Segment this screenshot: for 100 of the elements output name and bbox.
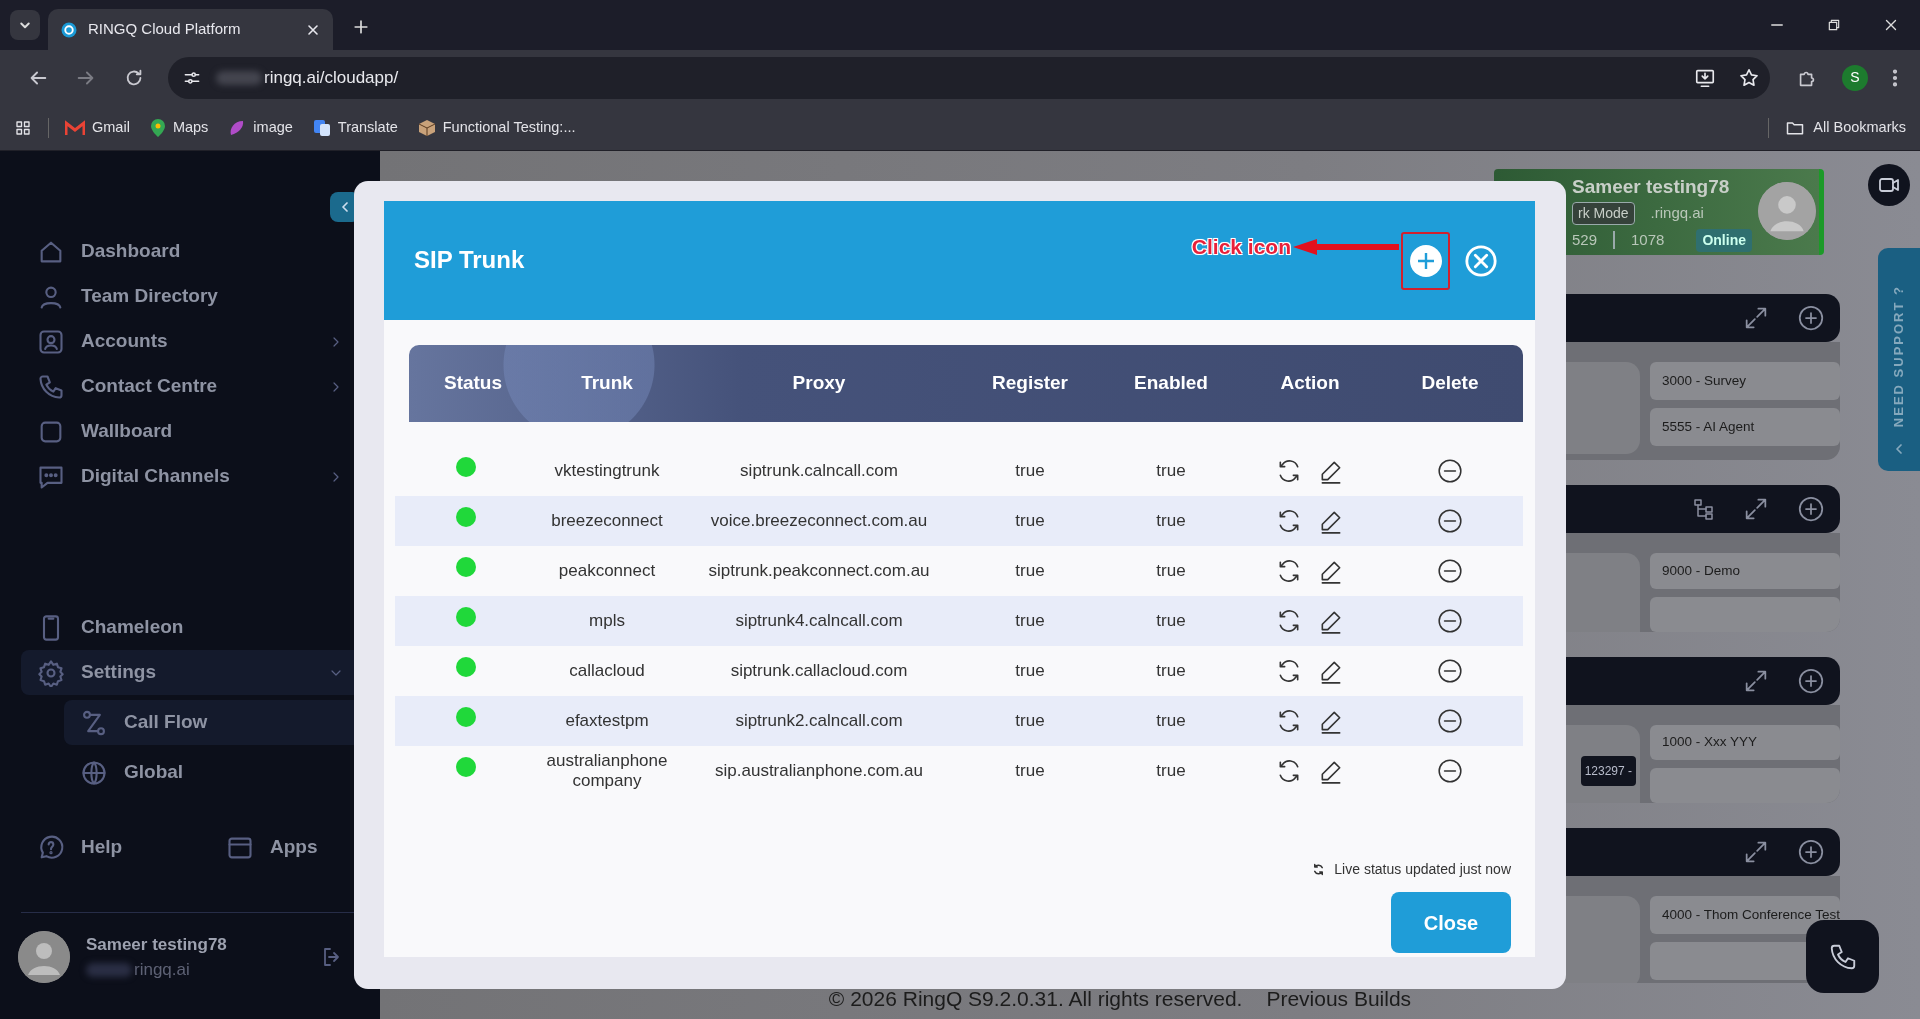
sidebar-item[interactable]: Team Directory xyxy=(21,274,380,319)
table-cell-text: true xyxy=(1155,460,1187,483)
list-item[interactable]: 4000 - Thom Conference Test xyxy=(1650,896,1840,934)
bookmark[interactable]: Functional Testing:... xyxy=(417,116,576,139)
redaction-blur xyxy=(216,70,262,85)
call-button[interactable] xyxy=(1806,920,1879,993)
sidebar-item[interactable]: Contact Centre xyxy=(21,364,380,409)
previous-builds-link[interactable]: Previous Builds xyxy=(1266,987,1412,1010)
annotation-text: Click icon xyxy=(1191,234,1291,260)
sidebar-item[interactable]: Chameleon xyxy=(21,605,380,650)
minus-circle-icon xyxy=(1437,758,1463,785)
flow-icon xyxy=(80,708,108,737)
sidebar-link[interactable]: Help xyxy=(21,825,189,870)
column-header: Delete xyxy=(1420,371,1480,396)
table-cell-text: siptrunk2.calncall.com xyxy=(734,710,904,733)
column-header: Proxy xyxy=(791,371,847,396)
add-icon xyxy=(1409,244,1442,277)
bookmark[interactable]: Gmail xyxy=(65,116,130,139)
delete-button[interactable] xyxy=(1437,558,1463,585)
table-cell-text: siptrunk.peakconnect.com.au xyxy=(707,560,931,583)
close-icon xyxy=(1464,243,1498,278)
browser-tab[interactable]: RINGQ Cloud Platform xyxy=(48,9,333,50)
delete-button[interactable] xyxy=(1437,708,1463,735)
column-header: Action xyxy=(1279,371,1341,396)
list-item[interactable]: 9000 - Demo xyxy=(1650,553,1840,589)
sidebar-link[interactable]: Apps xyxy=(210,825,338,870)
minus-circle-icon xyxy=(1437,608,1463,635)
sidebar-item[interactable]: Digital Channels xyxy=(21,454,380,499)
star-icon[interactable] xyxy=(1738,66,1760,89)
bookmark[interactable]: Translate xyxy=(312,116,398,139)
profile-button[interactable]: S xyxy=(1842,64,1868,91)
sidebar-item[interactable]: Accounts xyxy=(21,319,380,364)
close-button[interactable] xyxy=(1464,243,1498,278)
delete-button[interactable] xyxy=(1437,458,1463,485)
apps-grid-icon[interactable] xyxy=(14,118,32,137)
table-cell-text: peakconnect xyxy=(557,560,657,582)
table-cell-text: siptrunk4.calncall.com xyxy=(734,610,904,633)
minus-circle-icon xyxy=(1437,508,1463,535)
contact-card-icon xyxy=(37,327,65,356)
hierarchy-icon[interactable] xyxy=(1692,497,1716,521)
delete-button[interactable] xyxy=(1437,608,1463,635)
phone-icon xyxy=(37,372,65,401)
table-cell-text: true xyxy=(1155,560,1187,583)
table-cell-text: voice.breezeconnect.com.au xyxy=(709,510,929,533)
table-cell-text: true xyxy=(1155,760,1187,783)
table-cell-text: true xyxy=(1014,710,1046,733)
table-cell-text: efaxtestpm xyxy=(564,710,650,732)
profile-name: Sameer testing78 xyxy=(1572,175,1731,199)
table-cell-text: sip.australianphone.com.au xyxy=(714,760,924,783)
tab-search-button[interactable] xyxy=(10,10,40,40)
bookmark[interactable]: image xyxy=(228,116,293,139)
table-cell-text: vktestingtrunk xyxy=(553,460,661,482)
settings-icon xyxy=(37,658,65,687)
list-item[interactable]: 1000 - Xxx YYY xyxy=(1650,725,1840,760)
minus-circle-icon xyxy=(1437,708,1463,735)
user-name: Sameer testing78 xyxy=(86,933,227,956)
redaction-blur xyxy=(86,962,132,977)
delete-button[interactable] xyxy=(1437,758,1463,785)
box-icon xyxy=(417,118,436,137)
mail-icon xyxy=(65,119,85,136)
restore-icon[interactable] xyxy=(1826,17,1842,33)
table-cell-text: true xyxy=(1155,510,1187,533)
delete-button[interactable] xyxy=(1437,658,1463,685)
map-pin-icon xyxy=(149,117,166,138)
table-cell-text: true xyxy=(1014,610,1046,633)
address-bar[interactable]: ringq.ai/cloudapp/ xyxy=(168,56,1770,99)
video-button[interactable] xyxy=(1868,164,1910,206)
delete-button[interactable] xyxy=(1437,508,1463,535)
live-status-text: Live status updated just now xyxy=(1334,860,1511,879)
add-icon[interactable] xyxy=(1796,494,1826,524)
help-icon xyxy=(37,833,65,862)
site-logo-icon xyxy=(60,20,78,39)
table-cell-text: siptrunk.calncall.com xyxy=(739,460,899,483)
add-icon[interactable] xyxy=(1796,303,1826,333)
sidebar-item[interactable]: Global xyxy=(64,750,380,795)
bookmark[interactable]: Maps xyxy=(149,116,209,139)
avatar xyxy=(1757,182,1816,240)
extension-text: 529 xyxy=(1572,229,1598,250)
add-button[interactable] xyxy=(1409,244,1442,277)
list-item[interactable]: 5555 - AI Agent xyxy=(1650,408,1840,446)
table-cell-text: true xyxy=(1014,560,1046,583)
table-cell-text: true xyxy=(1155,610,1187,633)
add-icon[interactable] xyxy=(1796,666,1826,696)
minus-circle-icon xyxy=(1437,458,1463,485)
column-header: Status xyxy=(442,371,504,396)
add-icon[interactable] xyxy=(1796,837,1826,867)
list-item[interactable]: 3000 - Survey xyxy=(1650,362,1840,400)
all-bookmarks-link[interactable]: All Bookmarks xyxy=(1785,116,1906,139)
column-header: Enabled xyxy=(1133,371,1209,396)
table-cell-text: australianphonecompany xyxy=(545,750,669,792)
copyright-text: © 2026 RingQ S9.2.0.31. All rights reserved. xyxy=(828,987,1243,1010)
column-header: Trunk xyxy=(580,371,634,396)
sidebar-item[interactable]: Dashboard xyxy=(21,229,380,274)
table-cell-text: siptrunk.callacloud.com xyxy=(729,660,909,683)
modal-title: SIP Trunk xyxy=(414,246,525,275)
sidebar-item[interactable]: Wallboard xyxy=(21,409,380,454)
table-cell-text: callacloud xyxy=(568,660,646,682)
number-text: 1078 xyxy=(1631,229,1665,250)
minus-circle-icon xyxy=(1437,558,1463,585)
profile-email: .ringq.ai xyxy=(1650,202,1704,223)
